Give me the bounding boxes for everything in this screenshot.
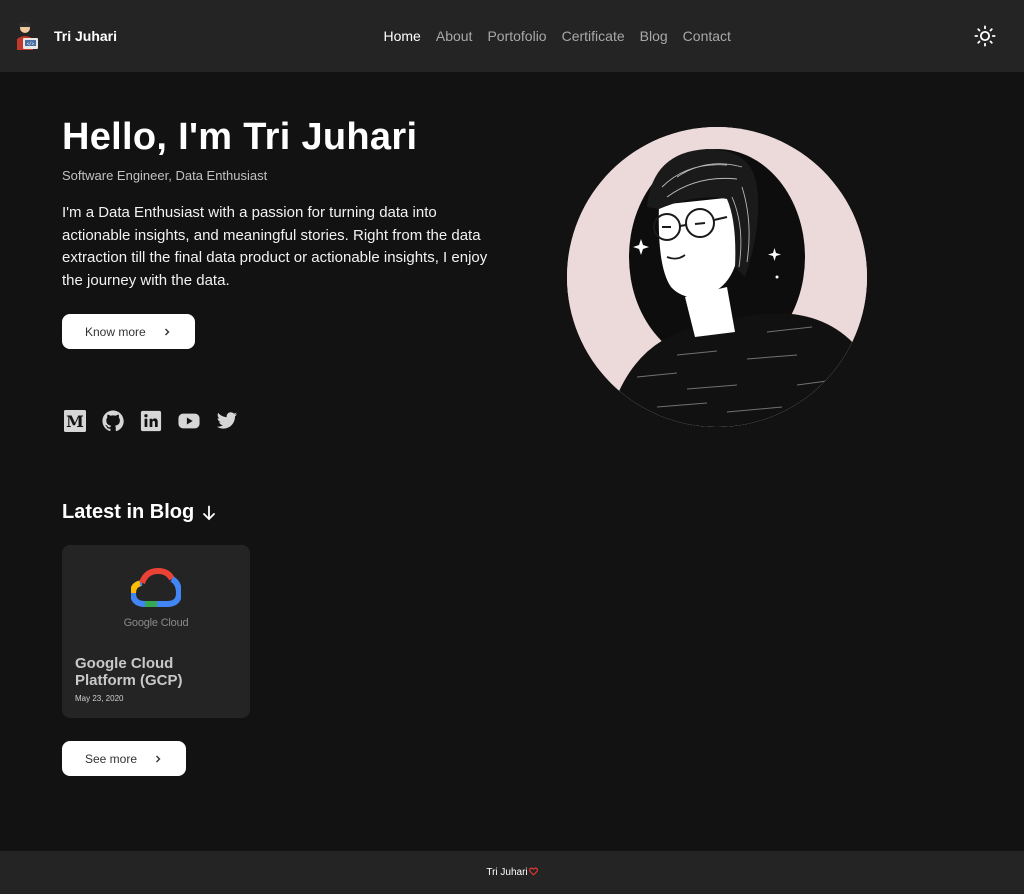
blog-heading-text: Latest in Blog <box>62 501 195 523</box>
footer-text: Tri Juhari <box>486 867 538 878</box>
blog-heading: Latest in Blog <box>62 501 216 524</box>
brand-name: Tri Juhari <box>54 28 118 44</box>
see-more-button[interactable]: See more <box>62 741 186 776</box>
nav-links: Home About Portofolio Certificate Blog C… <box>376 25 738 47</box>
avatar-illustration <box>567 127 867 427</box>
know-more-button[interactable]: Know more <box>62 314 195 349</box>
youtube-icon[interactable] <box>178 410 200 432</box>
blog-post-date: May 23, 2020 <box>75 694 124 703</box>
see-more-label: See more <box>85 751 138 766</box>
nav-link-about[interactable]: About <box>436 26 473 46</box>
profile-avatar <box>567 127 867 427</box>
footer: Tri Juhari <box>0 851 1024 894</box>
nav-link-blog[interactable]: Blog <box>640 26 668 46</box>
nav-link-contact[interactable]: Contact <box>683 26 731 46</box>
social-links: M <box>64 410 254 432</box>
svg-text:M: M <box>66 412 84 431</box>
arrow-down-icon <box>202 505 216 521</box>
nav-link-portofolio[interactable]: Portofolio <box>487 26 546 46</box>
hero-title: Hello, I'm Tri Juhari <box>62 116 418 158</box>
nav-link-certificate[interactable]: Certificate <box>562 26 625 46</box>
google-cloud-logo-text: Google Cloud <box>123 617 189 629</box>
theme-toggle-button[interactable] <box>970 21 1000 51</box>
nav-link-home[interactable]: Home <box>384 26 421 46</box>
heart-icon <box>528 867 538 876</box>
chevron-right-icon <box>163 327 171 337</box>
sun-icon <box>974 25 996 47</box>
github-icon[interactable] <box>102 410 124 432</box>
medium-icon[interactable]: M <box>64 410 86 432</box>
google-cloud-logo-icon <box>131 567 181 607</box>
footer-name: Tri Juhari <box>486 867 528 878</box>
brand-logo-icon: </> <box>17 22 38 50</box>
hero-subtitle: Software Engineer, Data Enthusiast <box>62 168 268 183</box>
navbar: </> Tri Juhari Home About Portofolio Cer… <box>0 0 1024 72</box>
linkedin-icon[interactable] <box>140 410 162 432</box>
twitter-icon[interactable] <box>216 410 238 432</box>
svg-text:</>: </> <box>27 41 35 46</box>
know-more-label: Know more <box>85 324 146 339</box>
brand-link[interactable]: </> Tri Juhari <box>14 20 117 52</box>
blog-post-title: Google Cloud Platform (GCP) <box>75 655 183 689</box>
chevron-right-icon <box>154 754 162 764</box>
hero-description: I'm a Data Enthusiast with a passion for… <box>62 204 488 289</box>
blog-post-card[interactable]: Google Cloud Google Cloud Platform (GCP)… <box>62 545 250 718</box>
